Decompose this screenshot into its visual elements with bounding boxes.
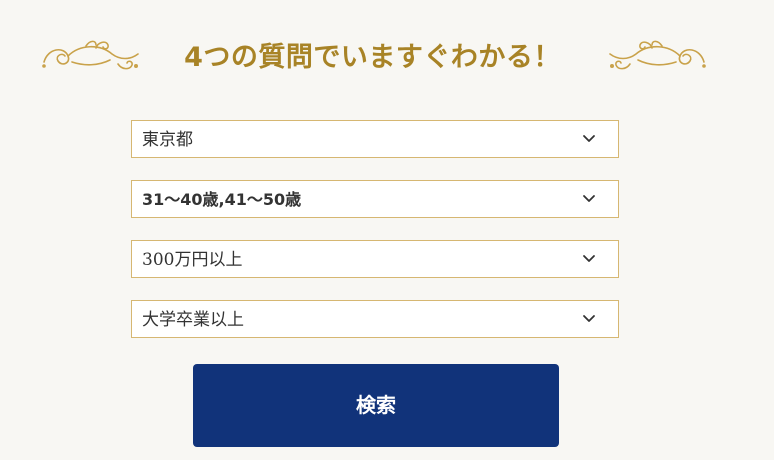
education-select[interactable]: 大学卒業以上 [131, 300, 619, 338]
income-select[interactable]: 300万円以上 [131, 240, 619, 278]
prefecture-select[interactable]: 東京都 [131, 120, 619, 158]
chevron-down-icon [583, 255, 595, 262]
flourish-ornament-icon [42, 40, 139, 70]
chevron-down-icon [583, 315, 595, 322]
prefecture-select-value: 東京都 [142, 130, 193, 150]
education-select-value: 大学卒業以上 [142, 310, 244, 330]
age-select-value: 31〜40歳,41〜50歳 [142, 190, 302, 209]
chevron-down-icon [583, 195, 595, 202]
chevron-down-icon [583, 135, 595, 142]
age-select[interactable]: 31〜40歳,41〜50歳 [131, 180, 619, 218]
flourish-ornament-icon [609, 40, 706, 70]
income-select-value: 300万円以上 [142, 250, 243, 270]
page-title: 4つの質問でいますぐわかる！ [184, 42, 561, 73]
header: 4つの質問でいますぐわかる！ [0, 30, 774, 86]
search-button[interactable]: 検索 [193, 364, 559, 447]
